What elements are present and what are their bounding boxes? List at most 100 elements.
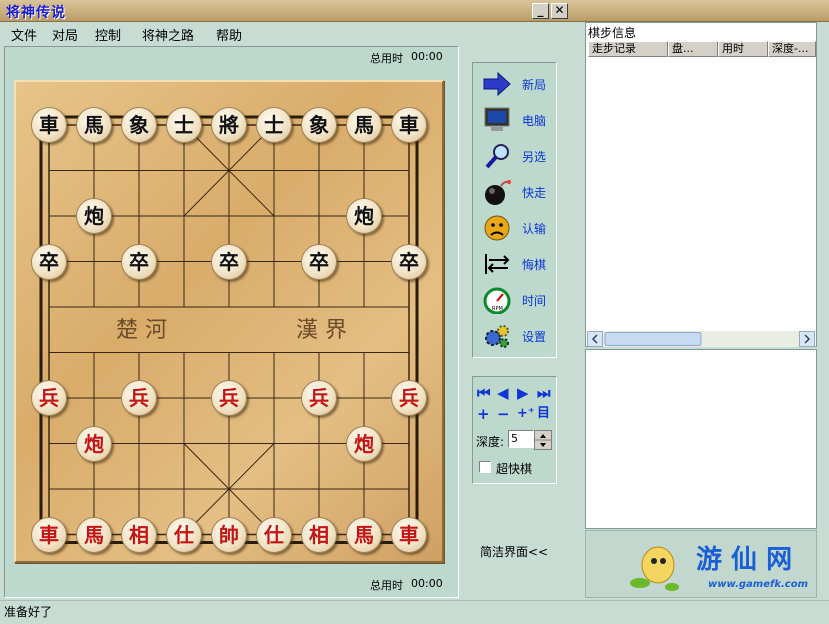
close-button[interactable]: ✕: [551, 3, 568, 19]
minimize-button[interactable]: _: [532, 3, 549, 19]
red-piece[interactable]: 兵: [211, 380, 247, 416]
menu-help[interactable]: 帮助: [216, 25, 242, 44]
red-piece[interactable]: 炮: [76, 425, 112, 462]
prev-move-button[interactable]: ◀: [497, 385, 509, 401]
black-piece[interactable]: 卒: [301, 243, 337, 280]
column-depth[interactable]: 深度-...: [768, 41, 816, 57]
moves-title: 棋步信息: [588, 26, 637, 40]
depth-label: 深度:: [476, 435, 505, 449]
status-bar: 准备好了: [0, 600, 829, 624]
red-piece[interactable]: 帥: [211, 516, 247, 553]
black-piece[interactable]: 象: [301, 107, 337, 143]
remove-button[interactable]: −: [497, 406, 510, 422]
black-piece[interactable]: 車: [391, 107, 427, 143]
sad-face-icon: [484, 215, 510, 241]
simple-ui-button[interactable]: 简洁界面<<: [480, 543, 548, 560]
horizontal-scrollbar[interactable]: [587, 331, 815, 347]
top-total-time-value: 00:00: [411, 50, 443, 63]
resign-label: 认输: [522, 222, 547, 236]
undo-button[interactable]: 悔棋: [480, 248, 556, 280]
red-piece[interactable]: 兵: [391, 380, 427, 416]
arrow-icon: [483, 71, 511, 97]
svg-text:RPM: RPM: [492, 306, 503, 312]
menu-file[interactable]: 文件: [11, 25, 37, 44]
red-piece[interactable]: 相: [301, 516, 337, 553]
superfast-label: 超快棋: [496, 462, 533, 476]
black-piece[interactable]: 卒: [121, 243, 157, 280]
reselect-button[interactable]: 另选: [480, 140, 556, 172]
black-piece[interactable]: 將: [211, 107, 247, 143]
black-piece[interactable]: 馬: [346, 107, 382, 143]
undo-arrows-icon: [485, 254, 510, 274]
column-move-record[interactable]: 走步记录: [588, 41, 668, 57]
red-piece[interactable]: 馬: [76, 516, 112, 553]
red-piece[interactable]: 相: [121, 516, 157, 553]
computer-label: 电脑: [522, 114, 547, 128]
black-piece[interactable]: 卒: [31, 243, 67, 280]
clock-gauge-icon: RPM: [483, 287, 511, 314]
column-board[interactable]: 盘...: [668, 41, 718, 57]
black-piece[interactable]: 炮: [346, 198, 382, 234]
pieces-layer: 車馬象士將士象馬車炮炮卒卒卒卒卒兵兵兵兵兵炮炮車馬相仕帥仕相馬車: [16, 82, 446, 565]
red-piece[interactable]: 兵: [121, 380, 157, 416]
computer-button[interactable]: 电脑: [480, 104, 556, 136]
navigation-panel: ⏮ ◀ ▶ ⏭ + − +⁺ 目 深度: 5 超快棋: [472, 376, 557, 484]
spinner-arrows-icon: [535, 434, 551, 447]
black-piece[interactable]: 車: [31, 107, 67, 143]
notes-panel[interactable]: [585, 349, 817, 529]
bottom-total-time-label: 总用时: [370, 579, 403, 592]
menu-path[interactable]: 将神之路: [142, 25, 194, 44]
red-piece[interactable]: 馬: [346, 516, 382, 553]
red-piece[interactable]: 仕: [256, 516, 292, 553]
black-piece[interactable]: 卒: [391, 243, 427, 280]
red-piece[interactable]: 車: [31, 516, 67, 553]
bomb-icon: [485, 180, 511, 205]
top-total-time-label: 总用时: [370, 52, 403, 65]
add-variation-button[interactable]: +⁺: [517, 406, 535, 422]
magnifier-icon: [485, 144, 509, 169]
settings-button[interactable]: 设置: [480, 320, 556, 352]
time-button[interactable]: RPM 时间: [480, 284, 556, 316]
red-piece[interactable]: 兵: [31, 380, 67, 416]
last-move-button[interactable]: ⏭: [537, 385, 551, 401]
fast-move-label: 快走: [522, 186, 547, 200]
depth-input[interactable]: 5: [508, 430, 534, 448]
column-time[interactable]: 用时: [718, 41, 768, 57]
red-piece[interactable]: 仕: [166, 516, 202, 553]
black-piece[interactable]: 士: [256, 107, 292, 143]
red-piece[interactable]: 炮: [346, 425, 382, 462]
menu-control[interactable]: 控制: [95, 25, 121, 44]
time-label: 时间: [522, 294, 547, 308]
add-button[interactable]: +: [477, 406, 490, 422]
black-piece[interactable]: 士: [166, 107, 202, 143]
next-move-button[interactable]: ▶: [517, 385, 529, 401]
chess-board[interactable]: 楚 河 漢 界 車馬象士將士象馬車炮炮卒卒卒卒卒兵兵兵兵兵炮炮車馬相仕帥仕相馬車: [14, 80, 444, 563]
red-piece[interactable]: 兵: [301, 380, 337, 416]
depth-spinner[interactable]: [534, 430, 552, 450]
red-piece[interactable]: 車: [391, 516, 427, 553]
settings-label: 设置: [522, 330, 547, 344]
moves-panel: 棋步信息 走步记录 盘... 用时 深度-...: [585, 22, 817, 347]
superfast-checkbox[interactable]: [479, 461, 491, 473]
logo-panel: 游 仙 网 www.gamefk.com: [585, 530, 817, 598]
scrollbar-graphic: [587, 331, 815, 347]
title-bar: 将神传说 _ ✕: [0, 0, 829, 22]
gears-icon: [485, 325, 509, 348]
black-piece[interactable]: 象: [121, 107, 157, 143]
black-piece[interactable]: 卒: [211, 243, 247, 280]
resign-button[interactable]: 认输: [480, 212, 556, 244]
black-piece[interactable]: 炮: [76, 198, 112, 234]
new-game-button[interactable]: 新局: [480, 68, 556, 100]
menu-game[interactable]: 对局: [52, 25, 78, 44]
new-game-label: 新局: [522, 78, 547, 92]
bottom-total-time-value: 00:00: [411, 577, 443, 590]
first-move-button[interactable]: ⏮: [477, 385, 491, 401]
app-title: 将神传说: [6, 5, 66, 21]
monitor-icon: [484, 107, 510, 131]
fast-move-button[interactable]: 快走: [480, 176, 556, 208]
black-piece[interactable]: 馬: [76, 107, 112, 143]
reselect-label: 另选: [522, 150, 547, 164]
mascot-icon: [630, 546, 679, 591]
undo-label: 悔棋: [522, 258, 547, 272]
catalog-button[interactable]: 目: [537, 406, 550, 422]
